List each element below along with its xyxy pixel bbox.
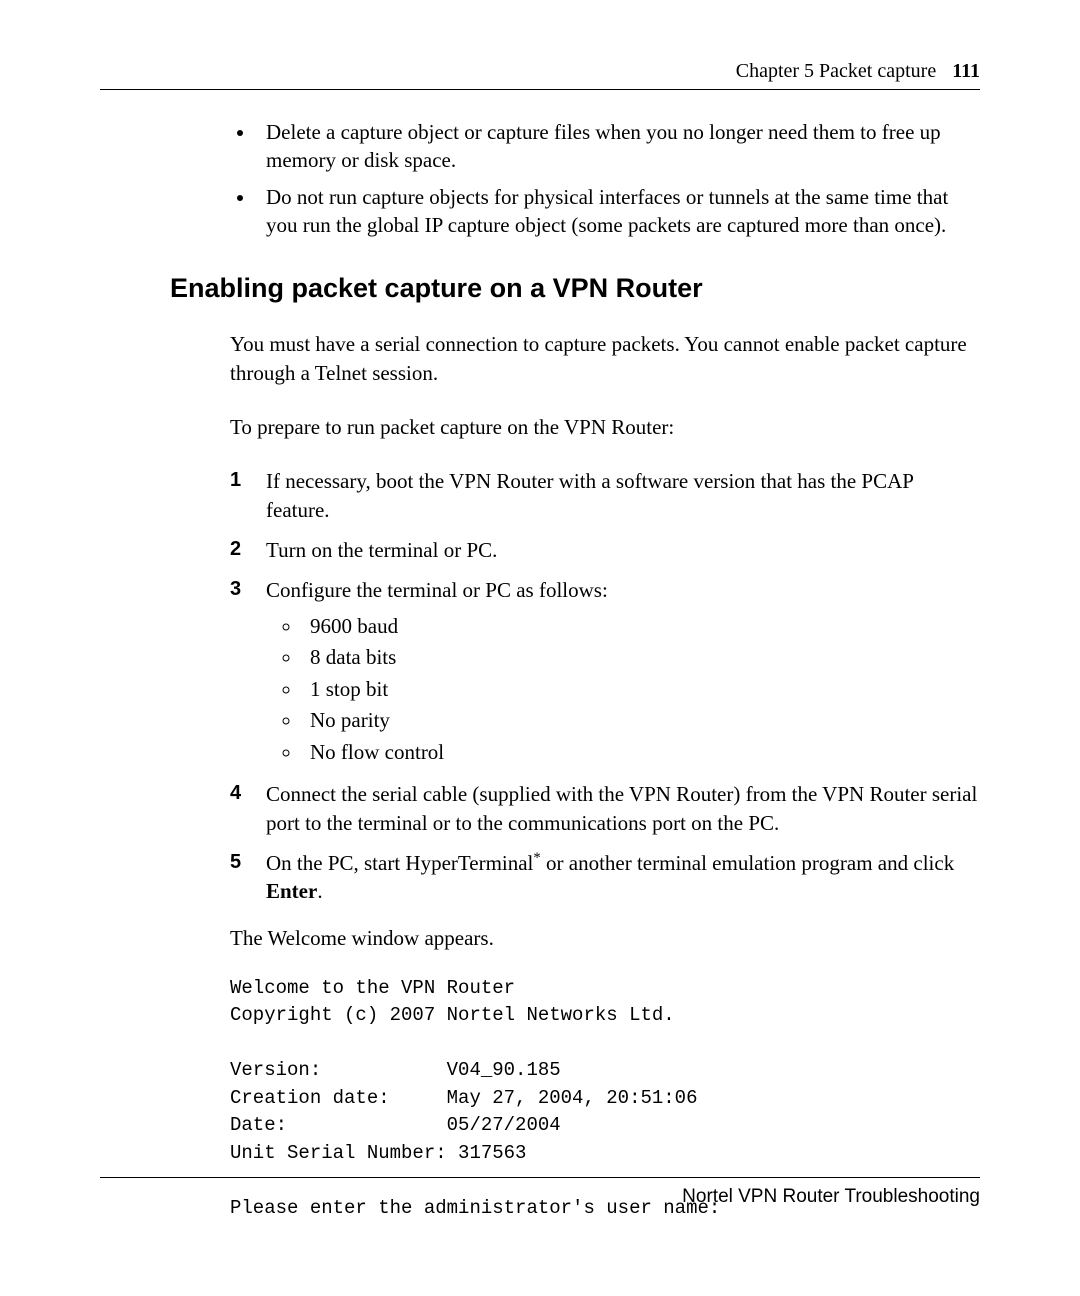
step-text-a: On the PC, start HyperTerminal (266, 851, 533, 875)
step-text-c: . (317, 879, 322, 903)
sub-bullets: 9600 baud 8 data bits 1 stop bit No pari… (266, 611, 980, 769)
document-page: Chapter 5 Packet capture 111 Delete a ca… (0, 0, 1080, 1296)
welcome-note: The Welcome window appears. (230, 926, 980, 951)
intro-bullet-block: Delete a capture object or capture files… (230, 118, 980, 239)
step-item: If necessary, boot the VPN Router with a… (230, 467, 980, 524)
list-item: 9600 baud (302, 611, 980, 643)
section-heading: Enabling packet capture on a VPN Router (170, 273, 980, 304)
page-header: Chapter 5 Packet capture 111 (100, 60, 980, 90)
chapter-label: Chapter 5 Packet capture (736, 60, 936, 83)
intro-bullets: Delete a capture object or capture files… (230, 118, 980, 239)
list-item: 1 stop bit (302, 674, 980, 706)
page-footer: Nortel VPN Router Troubleshooting (100, 1177, 980, 1208)
step-list: If necessary, boot the VPN Router with a… (230, 467, 980, 905)
step-text-b: or another terminal emulation program an… (541, 851, 954, 875)
list-item: Delete a capture object or capture files… (256, 118, 980, 175)
list-item: No flow control (302, 737, 980, 769)
list-item: Do not run capture objects for physical … (256, 183, 980, 240)
step-item: Connect the serial cable (supplied with … (230, 780, 980, 837)
step-item: Configure the terminal or PC as follows:… (230, 576, 980, 768)
footer-text: Nortel VPN Router Troubleshooting (682, 1186, 980, 1207)
section-body: You must have a serial connection to cap… (230, 330, 980, 1222)
paragraph: To prepare to run packet capture on the … (230, 413, 980, 441)
list-item: No parity (302, 705, 980, 737)
step-item: Turn on the terminal or PC. (230, 536, 980, 564)
page-number: 111 (952, 60, 980, 83)
list-item: 8 data bits (302, 642, 980, 674)
step-text: Configure the terminal or PC as follows: (266, 578, 608, 602)
paragraph: You must have a serial connection to cap… (230, 330, 980, 387)
asterisk-icon: * (533, 850, 540, 866)
step-item: On the PC, start HyperTerminal* or anoth… (230, 849, 980, 906)
enter-key-label: Enter (266, 879, 317, 903)
